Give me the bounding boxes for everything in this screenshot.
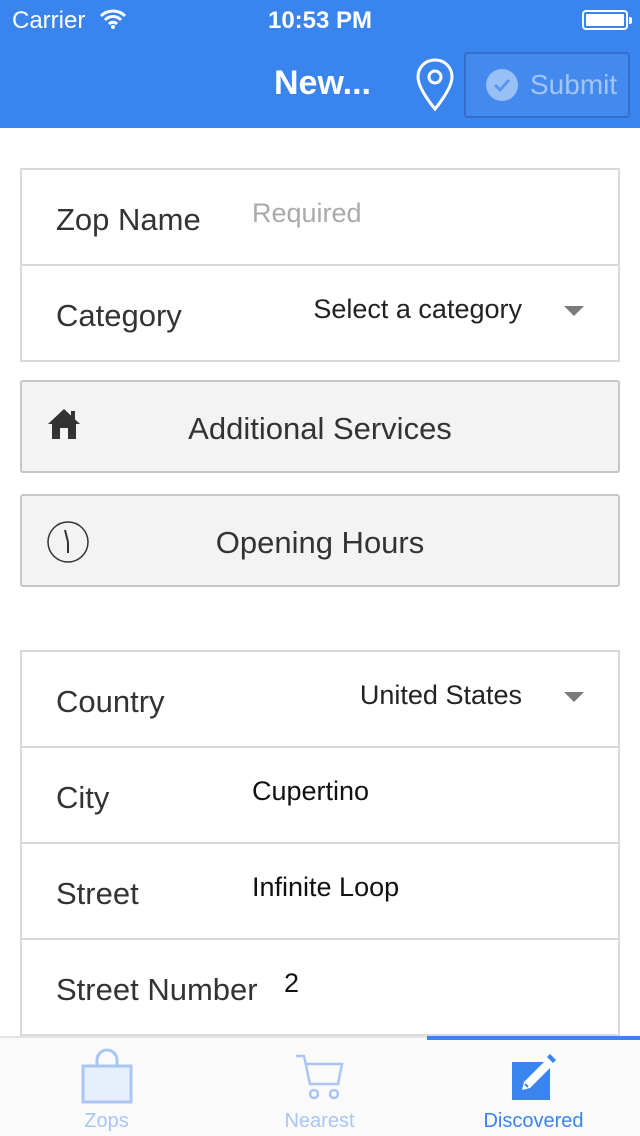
page-title: New... [274,64,371,102]
zop-name-input[interactable]: Required [252,198,362,229]
category-select[interactable]: Select a category [313,294,522,325]
street-number-label: Street Number [56,972,258,1007]
clock-time: 10:53 PM [267,7,373,34]
category-row[interactable]: Category Select a category [22,266,618,362]
submit-button[interactable]: Submit [464,52,630,118]
opening-hours-label: Opening Hours [215,525,425,560]
country-label: Country [56,684,165,719]
tab-zops[interactable]: Zops [0,1038,213,1136]
zop-name-label: Zop Name [56,202,201,237]
category-label: Category [56,298,182,333]
tab-label: Zops [84,1110,129,1132]
submit-label: Submit [530,69,618,100]
country-row[interactable]: Country United States [22,652,618,748]
street-label: Street [56,876,139,911]
chevron-down-icon[interactable] [564,306,584,316]
street-number-input[interactable]: 2 [284,968,299,999]
street-row[interactable]: Street Infinite Loop [22,844,618,940]
chevron-down-icon[interactable] [564,692,584,702]
city-input[interactable]: Cupertino [252,776,369,807]
navigation-header: Carrier 10:53 PM New... Submit [0,0,640,128]
tab-discovered[interactable]: Discovered [427,1036,640,1136]
city-label: City [56,780,110,815]
country-select[interactable]: United States [360,680,522,711]
zop-name-row[interactable]: Zop Name Required [22,170,618,266]
shopping-cart-icon [213,1048,426,1104]
tab-label: Nearest [284,1110,355,1132]
battery-icon [582,10,632,30]
status-bar: Carrier 10:53 PM [0,0,640,40]
tab-label: Discovered [483,1110,584,1132]
checkmark-icon [486,69,518,101]
edit-icon [427,1048,640,1104]
street-number-row[interactable]: Street Number 2 [22,940,618,1036]
zop-details-card: Zop Name Required Category Select a cate… [20,168,620,362]
tab-nearest[interactable]: Nearest [213,1038,426,1136]
city-row[interactable]: City Cupertino [22,748,618,844]
opening-hours-button[interactable]: Opening Hours [20,494,620,587]
street-input[interactable]: Infinite Loop [252,872,399,903]
active-tab-indicator [427,1036,640,1040]
location-pin-icon[interactable] [416,58,454,117]
additional-services-label: Additional Services [188,411,452,446]
tab-bar: Zops Nearest Discovered [0,1036,640,1136]
shopping-bag-icon [0,1048,213,1104]
additional-services-button[interactable]: Additional Services [20,380,620,473]
address-card: Country United States City Cupertino Str… [20,650,620,1036]
